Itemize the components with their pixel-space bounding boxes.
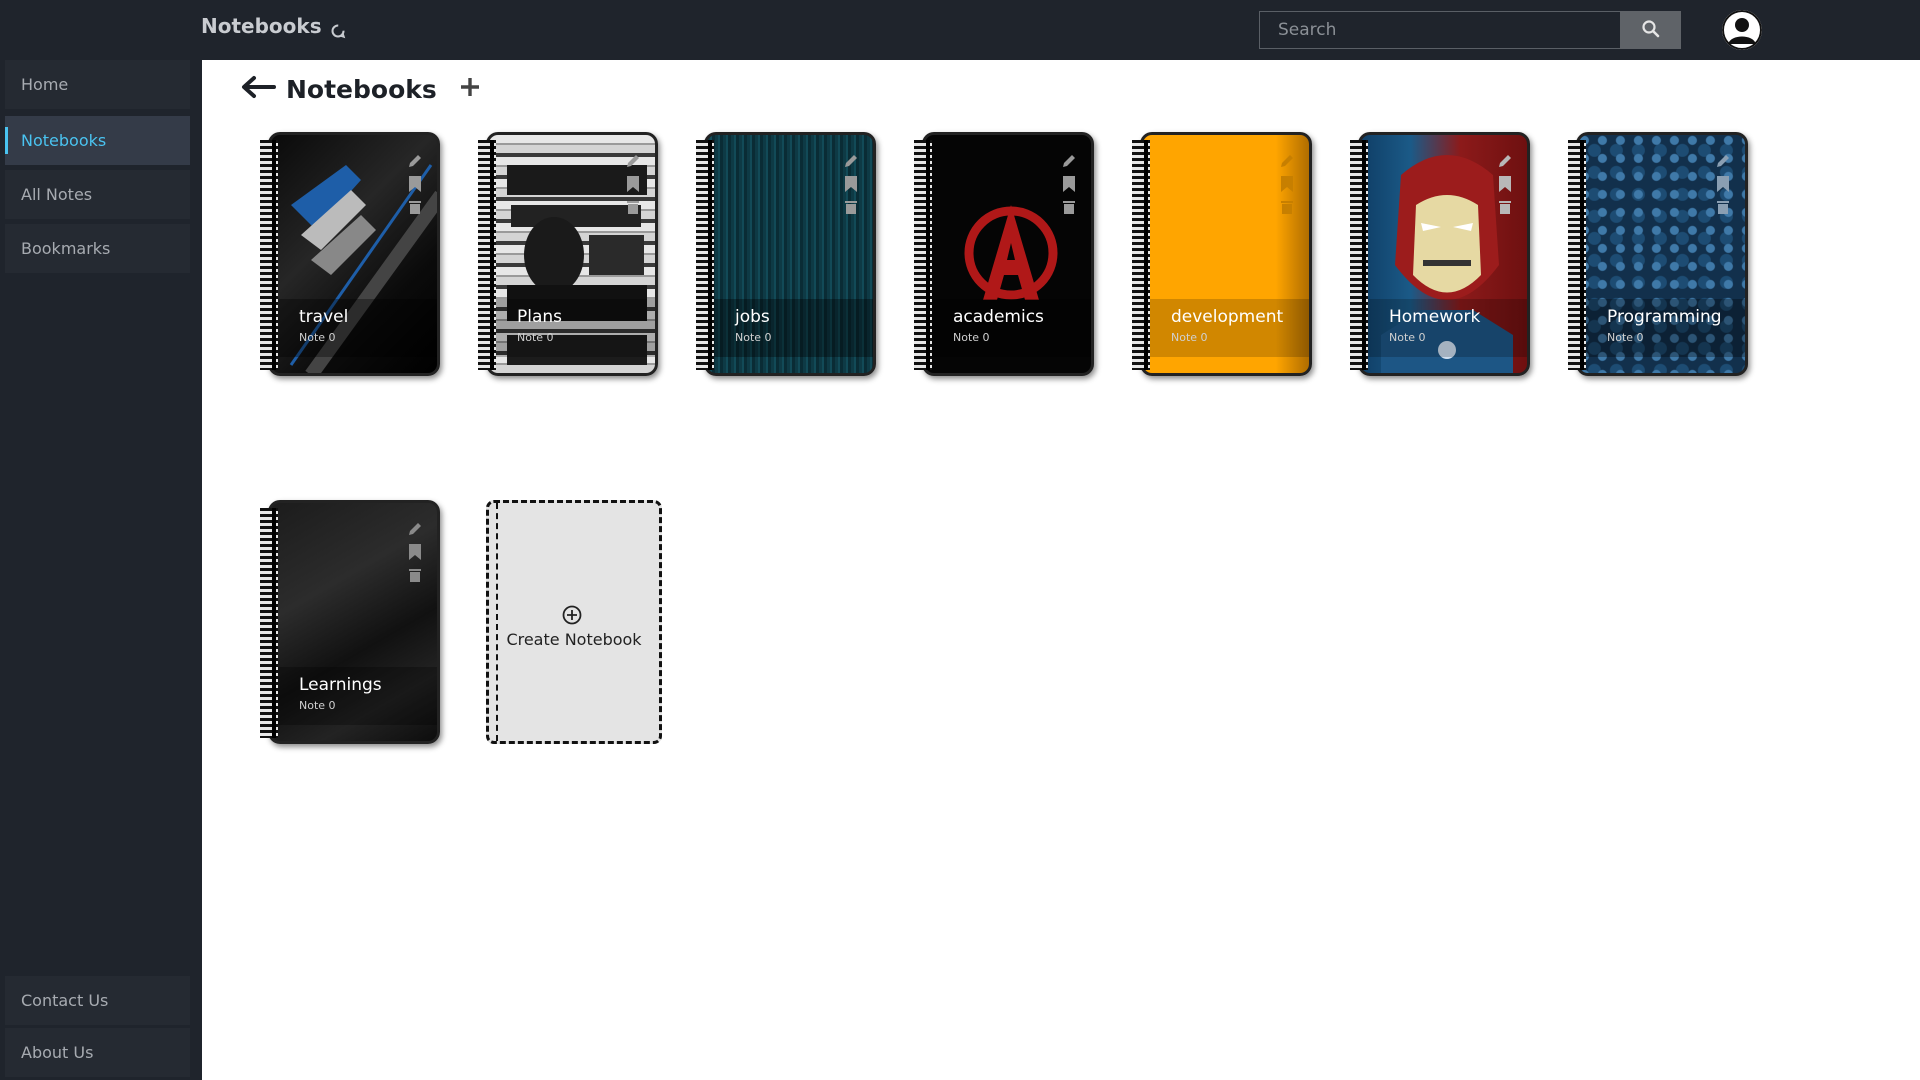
delete-icon[interactable] <box>408 567 422 583</box>
bookmark-icon[interactable] <box>408 175 422 193</box>
sidebar-item-home[interactable]: Home <box>5 60 190 109</box>
notebook-card[interactable]: Programming Note 0 <box>1568 132 1748 376</box>
notebook-name: Learnings <box>299 675 382 695</box>
notebook-cover[interactable]: Learnings Note 0 <box>268 500 440 744</box>
sidebar-item-bookmarks[interactable]: Bookmarks <box>5 224 190 273</box>
notebook-name: jobs <box>735 307 770 327</box>
bookmark-icon[interactable] <box>1062 175 1076 193</box>
delete-icon[interactable] <box>844 199 858 215</box>
notebook-cover[interactable]: Programming Note 0 <box>1576 132 1748 376</box>
user-avatar[interactable] <box>1722 10 1762 50</box>
app-brand[interactable]: Notebooks <box>201 14 348 39</box>
spiral-binding <box>914 140 932 370</box>
edit-icon[interactable] <box>843 153 859 169</box>
app-title: Notebooks <box>201 14 322 38</box>
sidebar-item-all-notes[interactable]: All Notes <box>5 170 190 219</box>
delete-icon[interactable] <box>1062 199 1076 215</box>
spiral-binding <box>1568 140 1586 370</box>
search-icon <box>1641 19 1661 42</box>
notebook-note-count: Note 0 <box>953 331 990 344</box>
bookmark-icon[interactable] <box>626 175 640 193</box>
notebook-cover[interactable]: academics Note 0 <box>922 132 1094 376</box>
create-notebook-label: Create Notebook <box>506 630 642 649</box>
edit-icon[interactable] <box>625 153 641 169</box>
notebook-note-count: Note 0 <box>1171 331 1208 344</box>
back-arrow-icon[interactable] <box>240 74 276 104</box>
bookmark-icon[interactable] <box>1716 175 1730 193</box>
sidebar-item-notebooks[interactable]: Notebooks <box>5 116 190 165</box>
bookmark-icon[interactable] <box>1498 175 1512 193</box>
edit-icon[interactable] <box>1715 153 1731 169</box>
spiral-binding <box>478 140 496 370</box>
edit-icon[interactable] <box>1061 153 1077 169</box>
bookmark-icon[interactable] <box>1280 175 1294 193</box>
notebook-card[interactable]: jobs Note 0 <box>696 132 876 376</box>
notebook-card[interactable]: academics Note 0 <box>914 132 1094 376</box>
notebook-name: Programming <box>1607 307 1722 327</box>
edit-icon[interactable] <box>407 521 423 537</box>
notebook-note-count: Note 0 <box>735 331 772 344</box>
bookmark-icon[interactable] <box>844 175 858 193</box>
add-notebook-icon[interactable] <box>459 74 481 104</box>
edit-icon[interactable] <box>407 153 423 169</box>
notebook-name: Homework <box>1389 307 1481 327</box>
edit-icon[interactable] <box>1497 153 1513 169</box>
spiral-binding <box>696 140 714 370</box>
delete-icon[interactable] <box>1498 199 1512 215</box>
spiral-binding <box>260 140 278 370</box>
sidebar-item-label: Notebooks <box>21 131 107 150</box>
notebook-cover[interactable]: jobs Note 0 <box>704 132 876 376</box>
delete-icon[interactable] <box>1716 199 1730 215</box>
notebook-name: travel <box>299 307 349 327</box>
notebook-name: academics <box>953 307 1044 327</box>
notebook-note-count: Note 0 <box>299 331 336 344</box>
notebook-cover[interactable]: Homework Note 0 <box>1358 132 1530 376</box>
spiral-binding <box>260 508 278 738</box>
notebook-card[interactable]: Plans Note 0 <box>478 132 658 376</box>
notebook-card[interactable]: Homework Note 0 <box>1350 132 1530 376</box>
sidebar-item-contact-us[interactable]: Contact Us <box>5 976 190 1025</box>
sidebar: Home Notebooks All Notes Bookmarks Conta… <box>0 60 202 1080</box>
sidebar-item-about-us[interactable]: About Us <box>5 1028 190 1077</box>
bookmark-icon[interactable] <box>408 543 422 561</box>
top-bar: Notebooks <box>0 0 1920 60</box>
notebook-name: Plans <box>517 307 563 327</box>
notebook-note-count: Note 0 <box>299 699 336 712</box>
notebook-note-count: Note 0 <box>1389 331 1426 344</box>
plus-circle-icon <box>562 605 582 625</box>
main-content: Notebooks travel Note 0 Plans Note 0 job… <box>202 60 1920 1080</box>
notebook-cover[interactable]: travel Note 0 <box>268 132 440 376</box>
notebook-note-count: Note 0 <box>517 331 554 344</box>
notebook-card[interactable]: Learnings Note 0 <box>260 500 440 744</box>
search-input[interactable] <box>1259 11 1620 49</box>
create-notebook-card[interactable]: Create Notebook <box>482 500 662 744</box>
spiral-binding <box>1350 140 1368 370</box>
edit-icon[interactable] <box>1279 153 1295 169</box>
notebook-card[interactable]: development Note 0 <box>1132 132 1312 376</box>
search-button[interactable] <box>1620 11 1681 49</box>
notebook-name: development <box>1171 307 1284 327</box>
spiral-binding <box>1132 140 1150 370</box>
page-title: Notebooks <box>286 74 437 104</box>
dashed-spine <box>496 503 498 741</box>
notebook-note-count: Note 0 <box>1607 331 1644 344</box>
delete-icon[interactable] <box>1280 199 1294 215</box>
delete-icon[interactable] <box>626 199 640 215</box>
search-bar <box>1259 11 1681 49</box>
page-header: Notebooks <box>240 74 481 104</box>
refresh-icon[interactable] <box>330 20 348 39</box>
notebook-card[interactable]: travel Note 0 <box>260 132 440 376</box>
notebook-cover[interactable]: development Note 0 <box>1140 132 1312 376</box>
notebook-cover[interactable]: Plans Note 0 <box>486 132 658 376</box>
delete-icon[interactable] <box>408 199 422 215</box>
